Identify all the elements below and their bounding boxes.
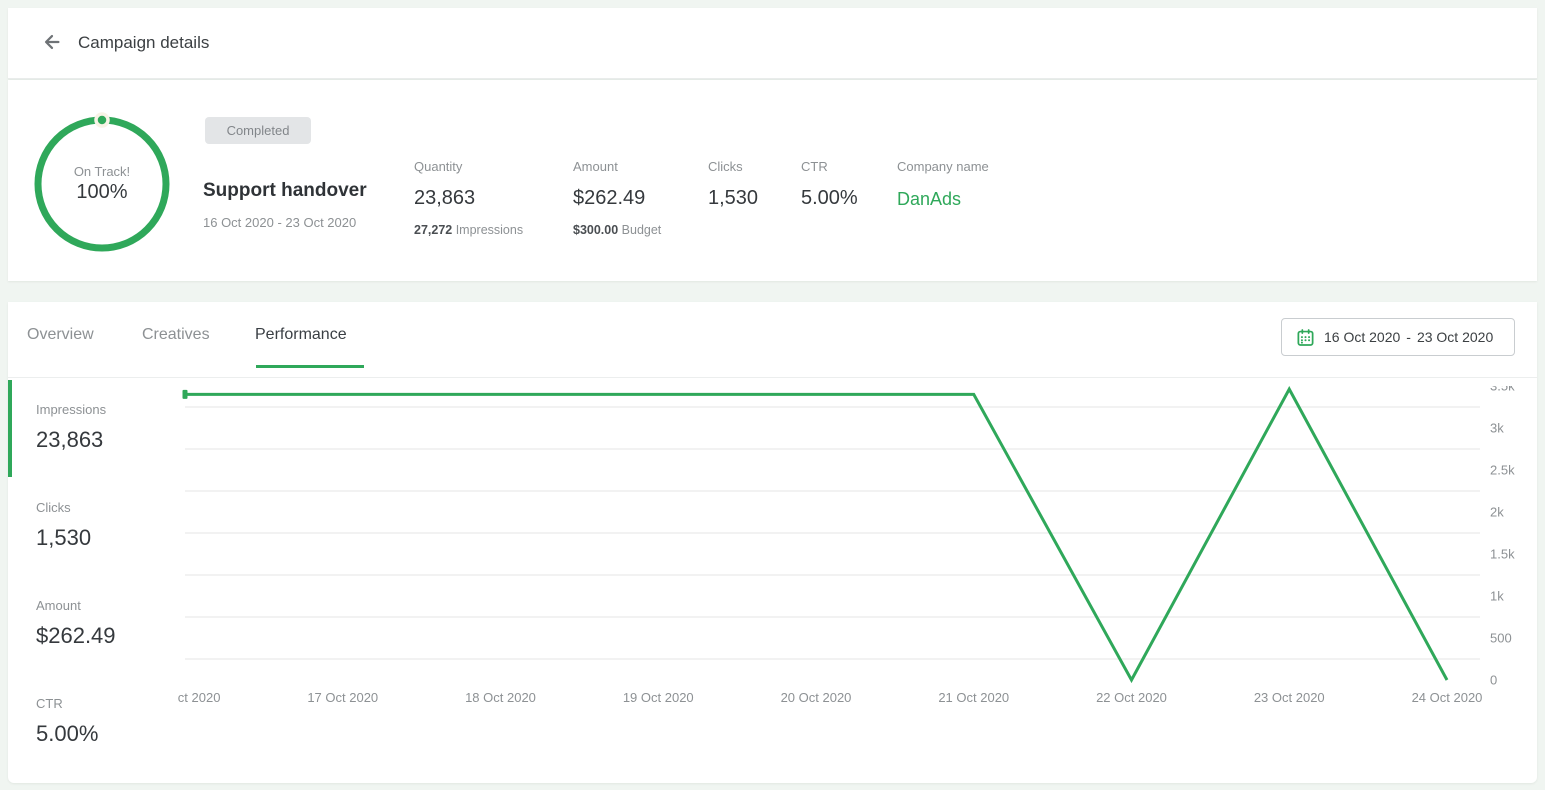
metric-company-name: Company name DanAds bbox=[897, 159, 989, 210]
metric-label: Clicks bbox=[708, 159, 758, 174]
svg-text:3k: 3k bbox=[1490, 421, 1504, 436]
impressions-line bbox=[185, 389, 1447, 680]
page-title: Campaign details bbox=[78, 33, 209, 53]
active-tab-underline bbox=[256, 365, 364, 368]
date-range-separator: - bbox=[1406, 329, 1411, 345]
metric-quantity: Quantity 23,863 27,272 Impressions bbox=[414, 159, 523, 237]
progress-percent: 100% bbox=[76, 181, 127, 204]
progress-ring: On Track! 100% bbox=[30, 112, 174, 256]
svg-text:3.5k: 3.5k bbox=[1490, 386, 1515, 394]
metric-subtext: $300.00 Budget bbox=[573, 223, 661, 237]
status-badge: Completed bbox=[205, 117, 311, 144]
side-metric-impressions[interactable]: Impressions 23,863 bbox=[8, 380, 173, 477]
side-metric-amount[interactable]: Amount $262.49 bbox=[8, 576, 173, 673]
tab-overview[interactable]: Overview bbox=[27, 326, 94, 344]
side-metric-value: 5.00% bbox=[36, 721, 173, 747]
performance-line-chart[interactable]: 16 Oct 2020 17 Oct 2020 18 Oct 2020 19 Oct … bbox=[178, 386, 1523, 716]
metric-value: 23,863 bbox=[414, 187, 523, 210]
svg-text:17 Oct 2020: 17 Oct 2020 bbox=[307, 690, 378, 705]
side-metric-clicks[interactable]: Clicks 1,530 bbox=[8, 478, 173, 575]
campaign-date-range: 16 Oct 2020 - 23 Oct 2020 bbox=[203, 215, 356, 230]
side-metric-label: CTR bbox=[36, 696, 173, 711]
metric-ctr: CTR 5.00% bbox=[801, 159, 858, 210]
metric-label: Quantity bbox=[414, 159, 523, 174]
back-button[interactable] bbox=[34, 25, 70, 61]
metric-label: Amount bbox=[573, 159, 661, 174]
progress-ring-text: On Track! 100% bbox=[30, 112, 174, 256]
campaign-name: Support handover bbox=[203, 180, 367, 202]
svg-text:16 Oct 2020: 16 Oct 2020 bbox=[178, 690, 220, 705]
side-metric-value: $262.49 bbox=[36, 623, 173, 649]
chart-x-axis-labels: 16 Oct 2020 17 Oct 2020 18 Oct 2020 19 Oct … bbox=[178, 690, 1482, 705]
arrow-left-icon bbox=[41, 31, 63, 56]
svg-text:20 Oct 2020: 20 Oct 2020 bbox=[781, 690, 852, 705]
svg-text:2k: 2k bbox=[1490, 505, 1504, 520]
metric-amount: Amount $262.49 $300.00 Budget bbox=[573, 159, 661, 237]
date-range-picker[interactable]: 16 Oct 2020 - 23 Oct 2020 bbox=[1281, 318, 1515, 356]
svg-text:1k: 1k bbox=[1490, 589, 1504, 604]
date-range-start: 16 Oct 2020 bbox=[1324, 329, 1400, 345]
metric-label: CTR bbox=[801, 159, 858, 174]
svg-text:2.5k: 2.5k bbox=[1490, 463, 1515, 478]
metric-clicks: Clicks 1,530 bbox=[708, 159, 758, 210]
metric-label: Company name bbox=[897, 159, 989, 174]
side-metric-label: Impressions bbox=[36, 402, 173, 417]
tab-performance[interactable]: Performance bbox=[255, 326, 347, 344]
tab-creatives[interactable]: Creatives bbox=[142, 326, 210, 344]
chart-gridlines bbox=[185, 407, 1480, 659]
performance-card: Overview Creatives Performance 16 Oct 20… bbox=[8, 302, 1537, 783]
svg-text:21 Oct 2020: 21 Oct 2020 bbox=[938, 690, 1009, 705]
company-name-link[interactable]: DanAds bbox=[897, 189, 989, 210]
side-metric-label: Amount bbox=[36, 598, 173, 613]
svg-text:18 Oct 2020: 18 Oct 2020 bbox=[465, 690, 536, 705]
chart-y-axis-labels: 3.5k 3k 2.5k 2k 1.5k 1k 500 0 bbox=[1490, 386, 1515, 688]
side-metric-value: 1,530 bbox=[36, 525, 173, 551]
header-bar: Campaign details bbox=[8, 8, 1537, 79]
svg-text:0: 0 bbox=[1490, 673, 1497, 688]
svg-text:22 Oct 2020: 22 Oct 2020 bbox=[1096, 690, 1167, 705]
calendar-icon bbox=[1296, 328, 1315, 347]
svg-text:19 Oct 2020: 19 Oct 2020 bbox=[623, 690, 694, 705]
page: Campaign details On Track! 100% Complete… bbox=[0, 0, 1545, 790]
campaign-summary-card: On Track! 100% Completed Support handove… bbox=[8, 80, 1537, 281]
metric-value: 1,530 bbox=[708, 187, 758, 210]
svg-text:500: 500 bbox=[1490, 631, 1512, 646]
selected-indicator-bar bbox=[8, 380, 12, 477]
svg-text:1.5k: 1.5k bbox=[1490, 547, 1515, 562]
progress-status: On Track! bbox=[74, 164, 130, 179]
line-start-marker bbox=[183, 390, 188, 399]
date-range-end: 23 Oct 2020 bbox=[1417, 329, 1493, 345]
side-metric-label: Clicks bbox=[36, 500, 173, 515]
metric-subtext: 27,272 Impressions bbox=[414, 223, 523, 237]
tabs-row: Overview Creatives Performance 16 Oct 20… bbox=[8, 302, 1537, 378]
metric-value: 5.00% bbox=[801, 187, 858, 210]
side-metric-value: 23,863 bbox=[36, 427, 173, 453]
svg-text:24 Oct 2020: 24 Oct 2020 bbox=[1412, 690, 1483, 705]
side-metric-ctr[interactable]: CTR 5.00% bbox=[8, 674, 173, 771]
svg-text:23 Oct 2020: 23 Oct 2020 bbox=[1254, 690, 1325, 705]
metric-value: $262.49 bbox=[573, 187, 661, 210]
